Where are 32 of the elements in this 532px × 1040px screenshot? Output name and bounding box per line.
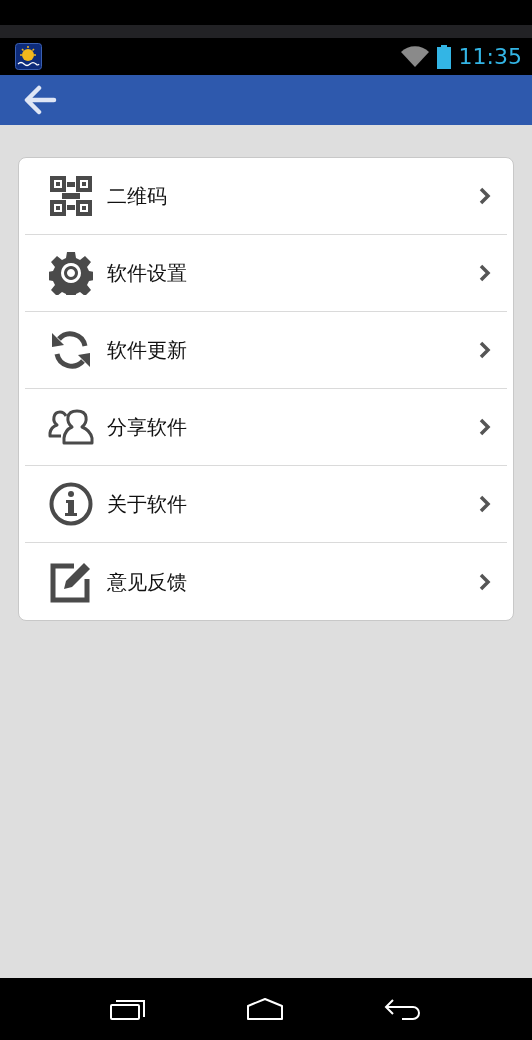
menu-item[interactable]: 二维码	[25, 158, 507, 235]
back-icon[interactable]	[383, 998, 422, 1020]
menu-item[interactable]: 软件更新	[25, 312, 507, 389]
refresh-icon	[50, 329, 92, 371]
menu-label: 关于软件	[107, 491, 188, 518]
wifi-icon	[400, 45, 429, 68]
chevron-right-icon	[479, 495, 491, 513]
back-arrow-icon	[23, 85, 57, 115]
clock-time: 11:35	[458, 45, 522, 68]
menu-item[interactable]: 关于软件	[25, 466, 507, 543]
menu-label: 软件更新	[107, 337, 188, 364]
people-icon	[48, 409, 94, 445]
menu-label: 分享软件	[107, 414, 188, 441]
edit-note-icon	[50, 560, 92, 603]
menu-item[interactable]: 意见反馈	[25, 543, 507, 620]
menu-label: 意见反馈	[107, 568, 188, 596]
app-logo-icon	[15, 43, 42, 70]
menu-label: 二维码	[107, 183, 168, 210]
chevron-right-icon	[479, 264, 491, 282]
chevron-right-icon	[479, 418, 491, 436]
chevron-right-icon	[479, 572, 491, 591]
menu-item[interactable]: 分享软件	[25, 389, 507, 466]
battery-icon	[436, 44, 451, 69]
qr-code-icon	[50, 176, 92, 216]
chevron-right-icon	[479, 341, 491, 359]
menu-label: 软件设置	[107, 260, 188, 287]
menu-item[interactable]: 软件设置	[25, 235, 507, 312]
recent-apps-icon[interactable]	[110, 998, 147, 1020]
home-icon[interactable]	[247, 998, 283, 1020]
gear-icon	[49, 251, 93, 295]
info-icon	[49, 482, 93, 526]
chevron-right-icon	[479, 187, 491, 205]
